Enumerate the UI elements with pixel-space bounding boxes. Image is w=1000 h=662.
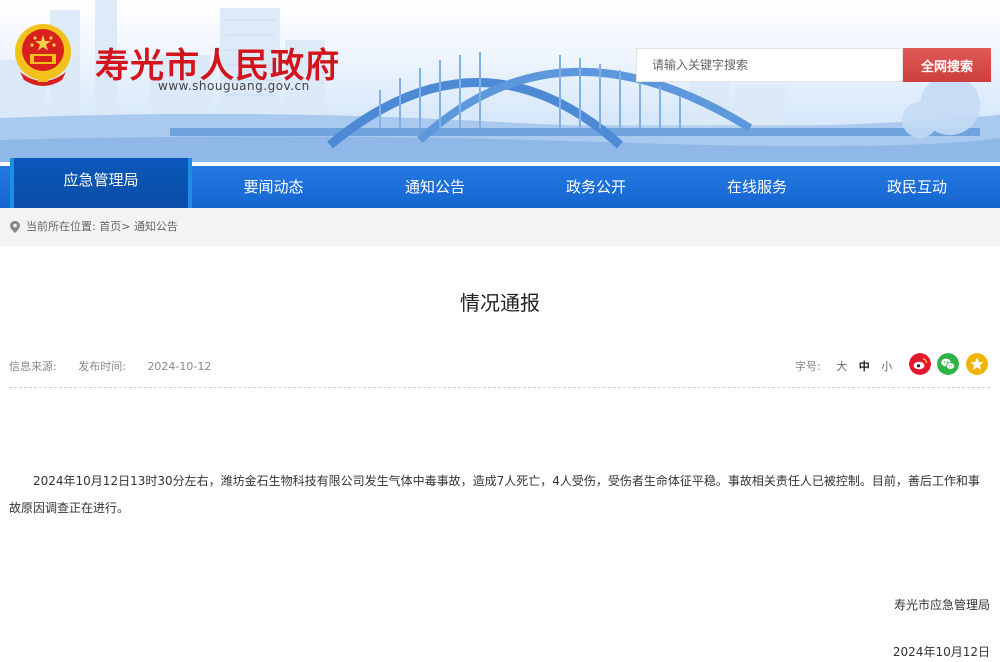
nav-item-emergency-bureau[interactable]: 应急管理局 (10, 158, 192, 208)
font-size-label: 字号: (795, 360, 821, 373)
location-pin-icon (10, 221, 20, 233)
font-size-large-button[interactable]: 大 (836, 360, 847, 373)
site-url: www.shouguang.gov.cn (158, 79, 310, 93)
breadcrumb-separator: > (121, 220, 131, 233)
wechat-icon[interactable] (937, 353, 959, 375)
breadcrumb-current-link[interactable]: 通知公告 (134, 220, 178, 233)
main-nav: 应急管理局 要闻动态 通知公告 政务公开 在线服务 政民互动 (0, 158, 1000, 208)
weibo-icon[interactable] (909, 353, 931, 375)
breadcrumb: 当前所在位置: 首页> 通知公告 (0, 208, 1000, 246)
meta-divider (9, 387, 990, 388)
nav-item-public-interaction[interactable]: 政民互动 (837, 166, 997, 208)
breadcrumb-prefix: 当前所在位置: (26, 220, 96, 233)
search-input[interactable] (636, 48, 903, 82)
article-title: 情况通报 (460, 291, 540, 315)
signature-organization: 寿光市应急管理局 (893, 598, 990, 612)
national-emblem-icon (15, 24, 71, 86)
publish-date: 2024-10-12 (147, 360, 212, 373)
header-banner: 寿光市人民政府 www.shouguang.gov.cn 全网搜索 (0, 0, 1000, 162)
font-size-control: 字号: 大 中 小 (795, 358, 892, 374)
article-body: 2024年10月12日13时30分左右，潍坊金石生物科技有限公司发生气体中毒事故… (9, 474, 980, 515)
article-meta: 信息来源: 发布时间: 2024-10-12 (9, 358, 247, 374)
source-label: 信息来源: (9, 360, 57, 373)
nav-item-news[interactable]: 要闻动态 (192, 166, 355, 208)
nav-item-government-affairs[interactable]: 政务公开 (515, 166, 677, 208)
breadcrumb-home-link[interactable]: 首页 (99, 220, 121, 233)
nav-item-online-services[interactable]: 在线服务 (677, 166, 837, 208)
nav-item-notices[interactable]: 通知公告 (355, 166, 515, 208)
favorite-icon[interactable] (966, 353, 988, 375)
publish-date-label: 发布时间: (78, 360, 126, 373)
font-size-medium-button[interactable]: 中 (859, 360, 870, 373)
signature-date: 2024年10月12日 (892, 645, 990, 659)
site-search-button[interactable]: 全网搜索 (903, 48, 991, 82)
font-size-small-button[interactable]: 小 (881, 360, 892, 373)
